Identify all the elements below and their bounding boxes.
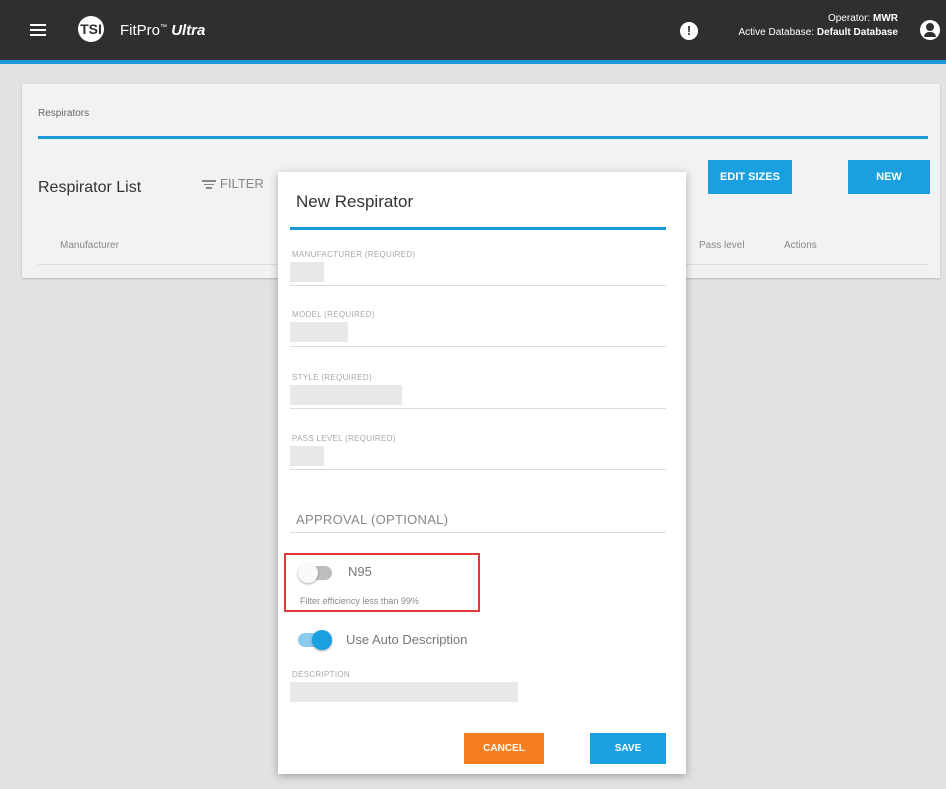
filter-label: FILTER: [220, 176, 264, 191]
filter-control[interactable]: FILTER: [202, 176, 264, 191]
app-title: FitPro™ Ultra: [120, 22, 205, 39]
account-icon[interactable]: [920, 20, 940, 40]
filter-icon: [202, 178, 216, 191]
n95-toggle[interactable]: [298, 563, 332, 583]
column-header-manufacturer[interactable]: Manufacturer: [60, 240, 119, 251]
app-name: FitPro: [120, 22, 161, 39]
cancel-button[interactable]: CANCEL: [464, 733, 544, 764]
dialog-title-divider: [290, 227, 666, 230]
app-name-suffix: Ultra: [171, 22, 206, 39]
save-button[interactable]: SAVE: [590, 733, 666, 764]
operator-label: Operator:: [827, 13, 871, 24]
operator-info: Operator: MWR Active Database: Default D…: [738, 12, 898, 40]
n95-toggle-knob: [298, 563, 318, 583]
manufacturer-input[interactable]: [290, 262, 324, 282]
pass-level-label: PASS LEVEL (REQUIRED): [292, 434, 396, 443]
new-respirator-dialog: New Respirator MANUFACTURER (REQUIRED) M…: [278, 172, 686, 774]
breadcrumb-divider: [38, 136, 928, 139]
header-accent-line: [0, 60, 946, 64]
description-label: DESCRIPTION: [292, 670, 350, 679]
operator-value: MWR: [873, 13, 898, 24]
n95-helper-text: Filter efficiency less than 99%: [300, 596, 419, 606]
model-underline: [290, 346, 666, 347]
database-label: Active Database:: [738, 27, 815, 38]
approval-input[interactable]: APPROVAL (OPTIONAL): [296, 512, 448, 527]
menu-icon[interactable]: [30, 24, 46, 36]
style-underline: [290, 408, 666, 409]
database-value: Default Database: [816, 27, 898, 38]
column-header-actions: Actions: [784, 240, 817, 251]
auto-description-toggle-knob: [312, 630, 332, 650]
trademark-mark: ™: [160, 24, 168, 31]
column-header-pass-level[interactable]: Pass level: [699, 240, 745, 251]
list-title: Respirator List: [38, 179, 142, 196]
pass-level-input[interactable]: [290, 446, 324, 466]
new-button[interactable]: NEW: [848, 160, 930, 194]
pass-level-underline: [290, 469, 666, 470]
n95-label: N95: [348, 564, 372, 579]
model-label: MODEL (REQUIRED): [292, 310, 375, 319]
style-label: STYLE (REQUIRED): [292, 373, 372, 382]
auto-description-label: Use Auto Description: [346, 632, 468, 647]
auto-description-toggle[interactable]: [298, 630, 332, 650]
top-app-bar: TSI FitPro™ Ultra ! Operator: MWR Active…: [0, 0, 946, 60]
dialog-title: New Respirator: [296, 192, 414, 211]
tsi-logo: TSI: [78, 16, 104, 42]
info-icon[interactable]: !: [680, 22, 698, 40]
model-input[interactable]: [290, 322, 348, 342]
breadcrumb[interactable]: Respirators: [38, 108, 89, 119]
manufacturer-underline: [290, 285, 666, 286]
edit-sizes-button[interactable]: EDIT SIZES: [708, 160, 792, 194]
manufacturer-label: MANUFACTURER (REQUIRED): [292, 250, 416, 259]
description-input[interactable]: [290, 682, 518, 702]
approval-underline: [290, 532, 666, 533]
style-input[interactable]: [290, 385, 402, 405]
